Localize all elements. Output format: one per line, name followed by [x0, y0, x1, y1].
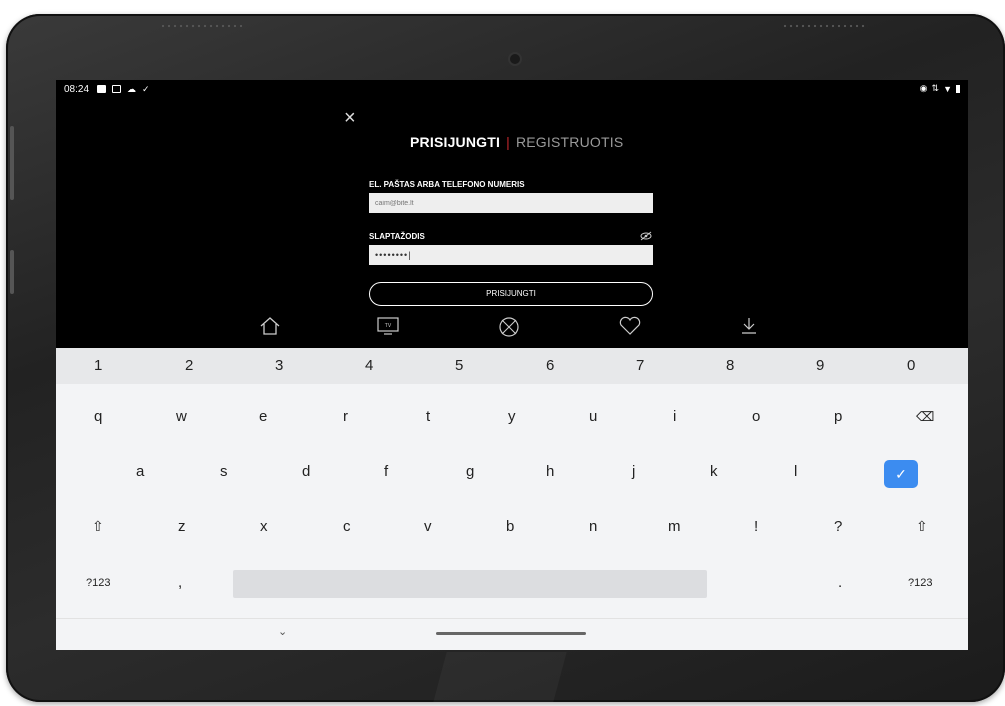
key-period[interactable]: . [838, 574, 842, 591]
image-icon [97, 85, 107, 93]
key-y[interactable]: y [508, 408, 516, 425]
login-screen: × PRISIJUNGTI | REGISTRUOTIS EL. PAŠTAS AR… [56, 98, 968, 348]
key-9[interactable]: 9 [816, 357, 824, 374]
symbols-key-left[interactable]: ?123 [86, 577, 110, 589]
tv-icon[interactable]: TV [376, 316, 400, 336]
password-field[interactable]: ••••••••| [369, 245, 653, 265]
cloud-icon: ☁ [127, 83, 137, 94]
favorites-icon[interactable] [618, 316, 642, 336]
key-c[interactable]: c [343, 518, 351, 535]
key-s[interactable]: s [220, 463, 228, 480]
login-button[interactable]: PRISIJUNGTI [369, 282, 653, 306]
done-key[interactable]: ✓ [884, 460, 918, 488]
status-time: 08:24 [64, 83, 90, 95]
front-camera [510, 54, 520, 64]
close-icon[interactable]: × [344, 108, 356, 128]
key-g[interactable]: g [466, 463, 474, 480]
on-screen-keyboard: 1 2 3 4 5 6 7 8 9 0 q w e r t y u i o p … [56, 348, 968, 618]
key-o[interactable]: o [752, 408, 760, 425]
sports-icon[interactable] [498, 316, 520, 338]
key-6[interactable]: 6 [546, 357, 554, 374]
key-w[interactable]: w [176, 408, 187, 425]
shift-key-left[interactable]: ⇧ [92, 518, 104, 535]
bottom-nav: TV [56, 312, 968, 348]
key-m[interactable]: m [668, 518, 681, 535]
key-i[interactable]: i [673, 408, 676, 425]
key-1[interactable]: 1 [94, 357, 102, 374]
key-0[interactable]: 0 [907, 357, 915, 374]
key-k[interactable]: k [710, 463, 718, 480]
home-gesture-bar[interactable] [436, 632, 586, 635]
key-7[interactable]: 7 [636, 357, 644, 374]
number-row: 1 2 3 4 5 6 7 8 9 0 [56, 348, 968, 384]
email-field[interactable] [369, 193, 653, 213]
hide-keyboard-icon[interactable]: ⌄ [278, 625, 287, 638]
shift-key-right[interactable]: ⇧ [916, 518, 928, 535]
home-icon[interactable] [258, 316, 282, 336]
backspace-key[interactable]: ⌫ [916, 409, 934, 425]
tab-separator: | [506, 134, 510, 150]
speaker-grille-right [782, 24, 868, 28]
key-a[interactable]: a [136, 463, 144, 480]
power-button[interactable] [10, 250, 14, 294]
key-j[interactable]: j [632, 463, 635, 480]
data-icon: ⇅ [931, 83, 940, 93]
check-icon: ✓ [142, 83, 150, 94]
auth-tabs: PRISIJUNGTI | REGISTRUOTIS [410, 134, 623, 150]
tab-register[interactable]: REGISTRUOTIS [516, 134, 623, 150]
battery-icon [956, 84, 960, 93]
download-icon[interactable] [738, 316, 760, 336]
key-x[interactable]: x [260, 518, 268, 535]
key-p[interactable]: p [834, 408, 842, 425]
email-label: EL. PAŠTAS ARBA TELEFONO NUMERIS [369, 180, 525, 189]
key-3[interactable]: 3 [275, 357, 283, 374]
wifi-icon: ▼ [943, 83, 952, 94]
key-h[interactable]: h [546, 463, 554, 480]
key-2[interactable]: 2 [185, 357, 193, 374]
key-z[interactable]: z [178, 518, 186, 535]
key-4[interactable]: 4 [365, 357, 373, 374]
spacebar[interactable] [233, 570, 707, 598]
symbols-key-right[interactable]: ?123 [908, 577, 932, 589]
key-u[interactable]: u [589, 408, 597, 425]
key-v[interactable]: v [424, 518, 432, 535]
key-f[interactable]: f [384, 463, 388, 480]
vibrate-icon: ◉ [919, 83, 928, 93]
system-nav-bar: ⌄ [56, 618, 968, 650]
hide-password-icon[interactable] [640, 231, 652, 241]
key-r[interactable]: r [343, 408, 348, 425]
key-t[interactable]: t [426, 408, 430, 425]
tv-icon-text: TV [385, 323, 392, 329]
status-bar: 08:24 ☁ ✓ ◉ ⇅ ▼ [56, 80, 968, 98]
key-e[interactable]: e [259, 408, 267, 425]
gallery-icon [112, 85, 122, 93]
key-q[interactable]: q [94, 408, 102, 425]
tab-login[interactable]: PRISIJUNGTI [410, 134, 500, 150]
device-screen: 08:24 ☁ ✓ ◉ ⇅ ▼ × PRISIJUNGTI | REGISTRUOT… [56, 80, 968, 650]
key-n[interactable]: n [589, 518, 597, 535]
speaker-grille-left [160, 24, 246, 28]
volume-button[interactable] [10, 126, 14, 200]
key-b[interactable]: b [506, 518, 514, 535]
key-5[interactable]: 5 [455, 357, 463, 374]
key-l[interactable]: l [794, 463, 797, 480]
key-d[interactable]: d [302, 463, 310, 480]
password-label: SLAPTAŽODIS [369, 232, 425, 241]
key-exclamation[interactable]: ! [754, 518, 758, 535]
key-comma[interactable]: , [178, 574, 182, 591]
key-8[interactable]: 8 [726, 357, 734, 374]
key-question[interactable]: ? [834, 518, 842, 535]
screen-reflection [433, 652, 567, 702]
